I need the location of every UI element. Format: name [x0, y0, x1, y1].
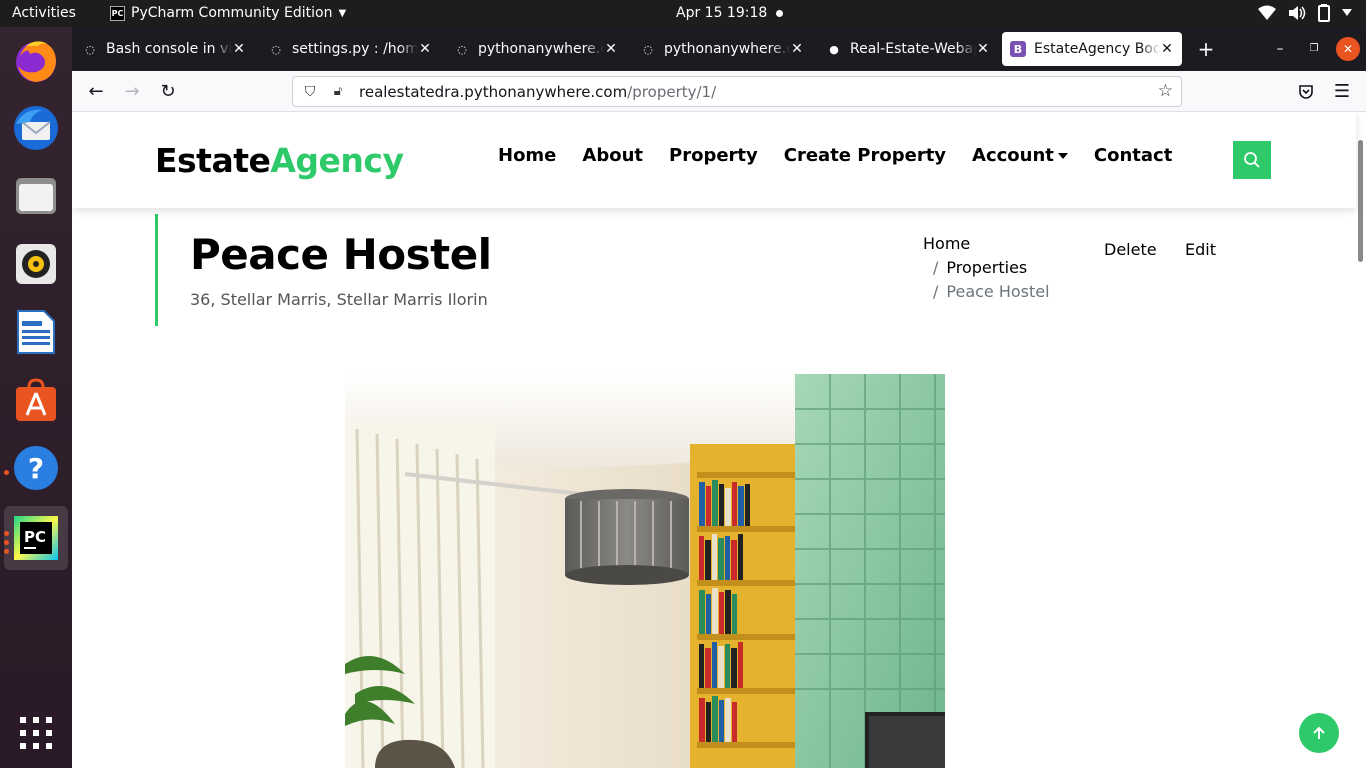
scrollbar-thumb[interactable] — [1358, 140, 1363, 262]
github-favicon-icon: ● — [829, 42, 839, 56]
nav-account-dropdown[interactable]: Account — [972, 145, 1068, 166]
pocket-icon[interactable] — [1294, 80, 1318, 104]
help-icon[interactable]: ? — [12, 444, 60, 492]
site-nav: Home About Property Create Property Acco… — [498, 145, 1172, 166]
new-tab-button[interactable]: + — [1194, 37, 1218, 61]
edit-link[interactable]: Edit — [1185, 240, 1216, 259]
pycharm-icon[interactable]: PC — [4, 506, 68, 570]
svg-text:PC: PC — [24, 528, 46, 546]
breadcrumb-home[interactable]: Home — [923, 232, 1050, 256]
restore-icon[interactable]: ❐ — [1302, 37, 1326, 61]
tab-title: pythonanywhere.co — [478, 41, 604, 57]
delete-link[interactable]: Delete — [1104, 240, 1157, 259]
tab-bash-console[interactable]: ◌ Bash console in virt ✕ — [82, 27, 246, 71]
arrow-up-icon — [1313, 726, 1325, 739]
browser-tab-bar: ◌ Bash console in virt ✕ ◌ settings.py :… — [72, 27, 1366, 71]
breadcrumb-current: Peace Hostel — [946, 282, 1050, 301]
tab-estateagency[interactable]: B EstateAgency Boot ✕ — [1002, 32, 1182, 66]
nav-account-label: Account — [972, 145, 1054, 166]
breadcrumb-separator: / — [933, 282, 939, 301]
notification-dot-icon — [776, 10, 783, 17]
insecure-lock-icon[interactable]: 🔓︎ — [329, 84, 347, 99]
wifi-icon — [1258, 5, 1276, 20]
search-icon — [1244, 152, 1260, 168]
tab-github-repo[interactable]: ● Real-Estate-Webap ✕ — [826, 27, 990, 71]
pycharm-mini-icon: PC — [110, 5, 125, 21]
tracking-shield-icon[interactable]: ⛉ — [301, 84, 319, 100]
property-address: 36, Stellar Marris, Stellar Marris Ilori… — [190, 290, 488, 309]
back-arrow-icon[interactable]: ← — [84, 80, 108, 104]
software-icon[interactable] — [12, 376, 60, 424]
tab-title: Bash console in virt — [106, 41, 232, 57]
search-button[interactable] — [1233, 141, 1271, 179]
rhythmbox-icon[interactable] — [12, 240, 60, 288]
back-to-top-button[interactable] — [1299, 713, 1339, 753]
page-scrollbar[interactable] — [1356, 112, 1366, 768]
system-tray[interactable] — [1258, 4, 1352, 22]
bootstrap-favicon-icon: B — [1010, 41, 1026, 57]
tab-pythonanywhere-1[interactable]: ◌ pythonanywhere.co ✕ — [454, 27, 618, 71]
nav-create-property[interactable]: Create Property — [784, 145, 946, 166]
browser-nav-bar: ← → ↻ ⛉ 🔓︎ realestatedra.pythonanywhere.… — [72, 71, 1366, 112]
nav-about[interactable]: About — [582, 145, 643, 166]
pythonanywhere-favicon-icon: ◌ — [85, 42, 95, 56]
tab-settings-py[interactable]: ◌ settings.py : /home/ ✕ — [268, 27, 432, 71]
url-host: realestatedra.pythonanywhere.com — [359, 82, 628, 101]
bookmark-star-icon[interactable]: ☆ — [1158, 81, 1173, 101]
svg-text:?: ? — [28, 452, 44, 485]
nav-property[interactable]: Property — [669, 145, 758, 166]
close-icon[interactable]: ✕ — [976, 41, 990, 57]
pythonanywhere-favicon-icon: ◌ — [643, 42, 653, 56]
breadcrumb-separator: / — [933, 258, 939, 277]
thunderbird-icon[interactable] — [12, 104, 60, 152]
show-apps-icon[interactable] — [12, 709, 60, 757]
tab-title: Real-Estate-Webap — [850, 41, 976, 57]
tab-title: pythonanywhere.co — [664, 41, 790, 57]
caret-down-icon — [1057, 153, 1068, 159]
close-icon[interactable]: ✕ — [418, 41, 432, 57]
files-icon[interactable] — [12, 172, 60, 220]
site-header: EstateAgency Home About Property Create … — [72, 112, 1356, 208]
pythonanywhere-favicon-icon: ◌ — [271, 42, 281, 56]
web-page: EstateAgency Home About Property Create … — [72, 112, 1366, 768]
minimize-icon[interactable]: – — [1268, 37, 1292, 61]
writer-icon[interactable] — [12, 308, 60, 356]
system-top-bar: Activities PC PyCharm Community Edition … — [0, 0, 1366, 27]
pythonanywhere-favicon-icon: ◌ — [457, 42, 467, 56]
close-icon[interactable]: ✕ — [790, 41, 804, 57]
tab-title: settings.py : /home/ — [292, 41, 418, 57]
power-menu-chevron-icon — [1342, 9, 1352, 16]
breadcrumb: Home / Properties / Peace Hostel — [923, 232, 1050, 304]
battery-icon — [1318, 4, 1330, 22]
address-bar[interactable]: ⛉ 🔓︎ realestatedra.pythonanywhere.com/pr… — [292, 76, 1182, 107]
breadcrumb-properties[interactable]: Properties — [946, 258, 1027, 277]
window-close-icon[interactable]: ✕ — [1336, 37, 1360, 61]
brand-main: Estate — [155, 141, 271, 180]
nav-home[interactable]: Home — [498, 145, 556, 166]
app-menu-label: PyCharm Community Edition — [131, 5, 333, 21]
site-logo[interactable]: EstateAgency — [155, 141, 404, 180]
tab-pythonanywhere-2[interactable]: ◌ pythonanywhere.co ✕ — [640, 27, 804, 71]
property-image — [345, 374, 945, 768]
volume-icon — [1289, 6, 1306, 20]
page-title: Peace Hostel — [190, 230, 492, 279]
brand-accent: Agency — [270, 141, 404, 180]
hamburger-menu-icon[interactable]: ☰ — [1330, 80, 1354, 104]
firefox-icon[interactable] — [12, 36, 60, 84]
app-menu[interactable]: PC PyCharm Community Edition ▼ — [110, 5, 346, 21]
activities-button[interactable]: Activities — [12, 5, 76, 21]
tab-title: EstateAgency Boot — [1034, 41, 1160, 57]
chevron-down-icon: ▼ — [338, 7, 347, 19]
dock: ? PC — [0, 27, 72, 768]
close-icon[interactable]: ✕ — [232, 41, 246, 57]
url-path: /property/1/ — [627, 82, 717, 101]
close-icon[interactable]: ✕ — [1160, 41, 1174, 57]
clock[interactable]: Apr 15 19:18 — [676, 5, 767, 21]
forward-arrow-icon[interactable]: → — [120, 80, 144, 104]
close-icon[interactable]: ✕ — [604, 41, 618, 57]
reload-icon[interactable]: ↻ — [156, 80, 180, 104]
property-title-block: Peace Hostel 36, Stellar Marris, Stellar… — [155, 214, 492, 326]
nav-contact[interactable]: Contact — [1094, 145, 1172, 166]
